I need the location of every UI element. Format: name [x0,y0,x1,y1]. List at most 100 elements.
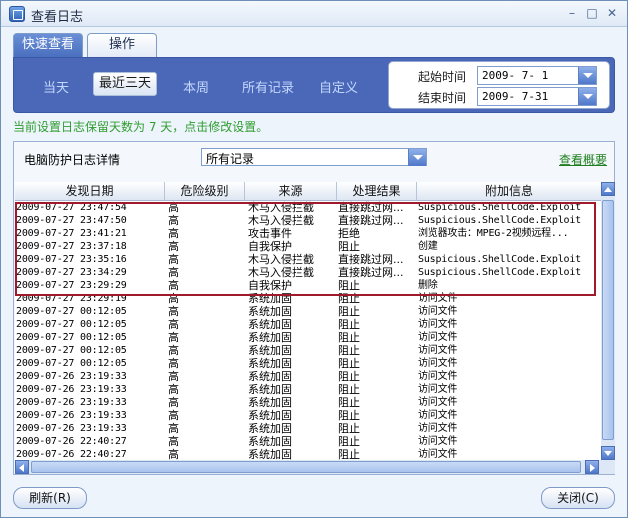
cell-info: 删除 [418,280,438,291]
table-row[interactable]: 2009-07-27 23:29:29 高 自我保护 阻止 删除 [15,279,601,292]
chevron-down-icon[interactable] [578,67,596,84]
cell-result: 阻止 [338,279,360,292]
arrow-down-icon [604,451,612,456]
start-date-label: 起始时间 [418,70,467,84]
cell-level: 高 [168,240,179,253]
table-row[interactable]: 2009-07-27 23:47:54 高 木马入侵拦截 直接跳过网... Suspic… [15,201,601,214]
cell-date: 2009-07-27 23:47:54 [16,202,127,213]
range-today[interactable]: 当天 [43,77,69,96]
cell-result: 阻止 [338,448,360,460]
cell-date: 2009-07-27 23:34:29 [16,267,127,278]
chevron-down-icon[interactable] [578,88,596,105]
cell-date: 2009-07-27 00:12:05 [16,306,127,317]
table-row[interactable]: 2009-07-26 22:40:27 高 系统加固 阻止 访问文件 [15,435,601,448]
horizontal-scrollbar[interactable] [15,460,615,474]
maximize-icon[interactable]: □ [583,5,601,21]
cell-date: 2009-07-26 22:40:27 [16,436,127,447]
table-row[interactable]: 2009-07-27 23:29:19 高 系统加固 阻止 访问文件 [15,292,601,305]
date-range-box: 起始时间 2009- 7- 1 结束时间 2009- 7-31 [388,61,610,109]
cell-source: 系统加固 [248,409,292,422]
tab-operations[interactable]: 操作 [87,33,157,57]
table-row[interactable]: 2009-07-27 00:12:05 高 系统加固 阻止 访问文件 [15,318,601,331]
close-icon[interactable]: ✕ [603,5,621,21]
cell-level: 高 [168,448,179,460]
cell-source: 系统加固 [248,448,292,460]
table-row[interactable]: 2009-07-27 23:34:29 高 木马入侵拦截 直接跳过网... Suspic… [15,266,601,279]
table-row[interactable]: 2009-07-27 00:12:05 高 系统加固 阻止 访问文件 [15,357,601,370]
cell-date: 2009-07-27 23:47:50 [16,215,127,226]
cell-level: 高 [168,279,179,292]
column-header-result[interactable]: 处理结果 [337,182,417,200]
table-row[interactable]: 2009-07-27 23:37:18 高 自我保护 阻止 创建 [15,240,601,253]
cell-level: 高 [168,227,179,240]
cell-source: 系统加固 [248,370,292,383]
cell-result: 阻止 [338,357,360,370]
range-custom[interactable]: 自定义 [319,77,358,96]
cell-info: 访问文件 [418,319,458,330]
column-header-source[interactable]: 来源 [245,182,337,200]
table-row[interactable]: 2009-07-26 23:19:33 高 系统加固 阻止 访问文件 [15,396,601,409]
table-row[interactable]: 2009-07-26 23:19:33 高 系统加固 阻止 访问文件 [15,383,601,396]
cell-info: 创建 [418,241,438,252]
retention-notice-link[interactable]: 当前设置日志保留天数为 7 天，点击修改设置。 [13,118,268,135]
column-header-level[interactable]: 危险级别 [165,182,245,200]
cell-source: 木马入侵拦截 [248,214,314,227]
table-row[interactable]: 2009-07-27 00:12:05 高 系统加固 阻止 访问文件 [15,331,601,344]
table-row[interactable]: 2009-07-27 23:35:16 高 木马入侵拦截 直接跳过网... Suspic… [15,253,601,266]
cell-level: 高 [168,396,179,409]
end-date-picker[interactable]: 2009- 7-31 [477,87,597,106]
scroll-up-button[interactable] [601,182,615,196]
arrow-right-icon [590,464,595,472]
range-all-records[interactable]: 所有记录 [242,77,294,96]
horizontal-scroll-thumb[interactable] [31,461,581,473]
scroll-left-button[interactable] [15,460,29,474]
log-table: 发现日期 危险级别 来源 处理结果 附加信息 2009-07-27 23:47:… [15,182,601,460]
record-filter-select[interactable]: 所有记录 [201,148,427,166]
cell-source: 攻击事件 [248,227,292,240]
table-row[interactable]: 2009-07-27 23:41:21 高 攻击事件 拒绝 浏览器攻击：MPEG-2视频… [15,227,601,240]
cell-info: 访问文件 [418,371,458,382]
tab-quick-view[interactable]: 快速查看 [13,33,83,57]
cell-level: 高 [168,305,179,318]
cell-source: 自我保护 [248,240,292,253]
table-row[interactable]: 2009-07-26 23:19:33 高 系统加固 阻止 访问文件 [15,422,601,435]
scroll-right-button[interactable] [585,460,599,474]
chevron-down-icon[interactable] [408,149,426,166]
cell-info: 访问文件 [418,410,458,421]
table-row[interactable]: 2009-07-26 23:19:33 高 系统加固 阻止 访问文件 [15,409,601,422]
cell-date: 2009-07-27 00:12:05 [16,319,127,330]
table-row[interactable]: 2009-07-26 23:19:33 高 系统加固 阻止 访问文件 [15,370,601,383]
vertical-scrollbar[interactable] [601,182,615,460]
cell-result: 阻止 [338,240,360,253]
column-header-info[interactable]: 附加信息 [417,182,601,200]
cell-result: 阻止 [338,305,360,318]
table-row[interactable]: 2009-07-27 23:47:50 高 木马入侵拦截 直接跳过网... Suspic… [15,214,601,227]
cell-info: 访问文件 [418,332,458,343]
minimize-icon[interactable]: – [563,5,581,21]
range-this-week[interactable]: 本周 [183,77,209,96]
close-button[interactable]: 关闭(C) [541,487,615,509]
table-row[interactable]: 2009-07-26 22:40:27 高 系统加固 阻止 访问文件 [15,448,601,460]
table-row[interactable]: 2009-07-27 00:12:05 高 系统加固 阻止 访问文件 [15,305,601,318]
cell-source: 系统加固 [248,357,292,370]
column-header-date[interactable]: 发现日期 [15,182,165,200]
cell-result: 拒绝 [338,227,360,240]
arrow-up-icon [604,187,612,192]
table-row[interactable]: 2009-07-27 00:12:05 高 系统加固 阻止 访问文件 [15,344,601,357]
cell-result: 阻止 [338,344,360,357]
cell-info: Suspicious.ShellCode.Exploit [418,215,581,226]
cell-date: 2009-07-27 00:12:05 [16,358,127,369]
title-bar[interactable]: 查看日志 – □ ✕ [1,1,627,27]
cell-result: 直接跳过网... [338,214,404,227]
cell-level: 高 [168,422,179,435]
range-recent-three-days[interactable]: 最近三天 [93,72,157,96]
vertical-scroll-thumb[interactable] [602,200,614,440]
scroll-down-button[interactable] [601,446,615,460]
refresh-button[interactable]: 刷新(R) [13,487,87,509]
start-date-picker[interactable]: 2009- 7- 1 [477,66,597,85]
app-icon [9,6,25,22]
view-summary-link[interactable]: 查看概要 [559,151,607,168]
cell-date: 2009-07-26 23:19:33 [16,371,127,382]
cell-result: 阻止 [338,396,360,409]
cell-level: 高 [168,344,179,357]
